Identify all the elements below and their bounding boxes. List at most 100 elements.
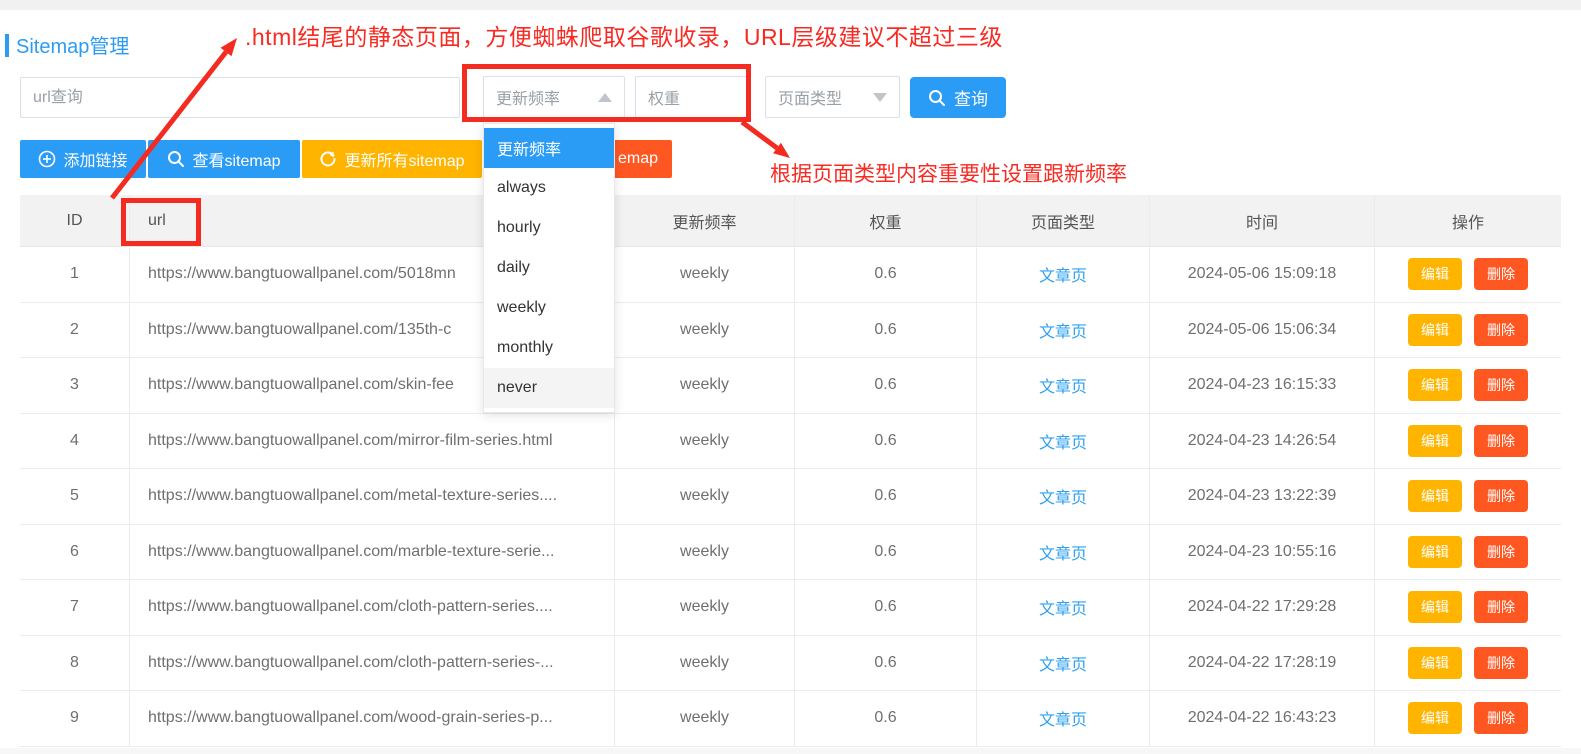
edit-button[interactable]: 编辑 — [1408, 480, 1462, 512]
view-sitemap-button[interactable]: 查看sitemap — [148, 140, 300, 178]
edit-button[interactable]: 编辑 — [1408, 258, 1462, 290]
row-url: https://www.bangtuowallpanel.com/cloth-p… — [130, 580, 615, 636]
table-header-row: ID url 更新频率 权重 页面类型 时间 操作 — [20, 195, 1561, 247]
url-search-input[interactable] — [20, 77, 460, 118]
table-row: 6 https://www.bangtuowallpanel.com/marbl… — [20, 525, 1561, 581]
page-type-filter-select[interactable]: 页面类型 — [765, 76, 900, 118]
dropdown-option-never[interactable]: never — [484, 368, 614, 408]
add-link-label: 添加链接 — [63, 147, 127, 171]
table-row: 5 https://www.bangtuowallpanel.com/metal… — [20, 469, 1561, 525]
delete-button[interactable]: 删除 — [1474, 425, 1528, 457]
delete-button[interactable]: 删除 — [1474, 536, 1528, 568]
dropdown-option-monthly[interactable]: monthly — [484, 328, 614, 368]
delete-button[interactable]: 删除 — [1474, 369, 1528, 401]
row-weight: 0.6 — [795, 358, 977, 414]
row-url: https://www.bangtuowallpanel.com/mirror-… — [130, 414, 615, 470]
search-button-label: 查询 — [954, 85, 988, 110]
chevron-down-icon — [873, 93, 887, 102]
row-frequency: weekly — [615, 580, 795, 636]
row-frequency: weekly — [615, 636, 795, 692]
annotation-side-note: 根据页面类型内容重要性设置跟新频率 — [770, 158, 1127, 188]
delete-button[interactable]: 删除 — [1474, 480, 1528, 512]
frequency-filter-label: 更新频率 — [496, 85, 560, 109]
row-time: 2024-04-23 10:55:16 — [1150, 525, 1375, 581]
edit-button[interactable]: 编辑 — [1408, 702, 1462, 734]
table-row: 9 https://www.bangtuowallpanel.com/wood-… — [20, 691, 1561, 747]
update-all-sitemap-button[interactable]: 更新所有sitemap — [302, 140, 482, 178]
table-row: 3 https://www.bangtuowallpanel.com/skin-… — [20, 358, 1561, 414]
header-cell-time: 时间 — [1150, 195, 1375, 247]
update-all-sitemap-label: 更新所有sitemap — [344, 147, 464, 171]
row-time: 2024-04-22 17:28:19 — [1150, 636, 1375, 692]
page-title: Sitemap管理 — [16, 30, 129, 59]
dropdown-option-daily[interactable]: daily — [484, 248, 614, 288]
row-frequency: weekly — [615, 358, 795, 414]
add-link-button[interactable]: 添加链接 — [20, 140, 146, 178]
row-id: 4 — [20, 414, 130, 470]
delete-button[interactable]: 删除 — [1474, 591, 1528, 623]
header-cell-actions: 操作 — [1375, 195, 1561, 247]
row-time: 2024-04-22 16:43:23 — [1150, 691, 1375, 747]
table-row: 2 https://www.bangtuowallpanel.com/135th… — [20, 303, 1561, 359]
row-weight: 0.6 — [795, 525, 977, 581]
row-frequency: weekly — [615, 414, 795, 470]
row-weight: 0.6 — [795, 303, 977, 359]
row-page-type-link[interactable]: 文章页 — [1039, 484, 1087, 508]
row-weight: 0.6 — [795, 636, 977, 692]
row-page-type-link[interactable]: 文章页 — [1039, 373, 1087, 397]
edit-button[interactable]: 编辑 — [1408, 591, 1462, 623]
edit-button[interactable]: 编辑 — [1408, 536, 1462, 568]
row-page-type-link[interactable]: 文章页 — [1039, 595, 1087, 619]
row-id: 2 — [20, 303, 130, 359]
frequency-filter-select[interactable]: 更新频率 — [483, 76, 625, 118]
row-frequency: weekly — [615, 525, 795, 581]
row-id: 9 — [20, 691, 130, 747]
row-weight: 0.6 — [795, 691, 977, 747]
search-icon — [928, 89, 946, 107]
bottom-strip — [0, 748, 1581, 754]
title-accent-bar — [5, 34, 9, 57]
edit-button[interactable]: 编辑 — [1408, 647, 1462, 679]
dropdown-option-weekly[interactable]: weekly — [484, 288, 614, 328]
dropdown-option-hourly[interactable]: hourly — [484, 208, 614, 248]
sitemap-table: ID url 更新频率 权重 页面类型 时间 操作 1 https://www.… — [20, 195, 1561, 747]
row-id: 7 — [20, 580, 130, 636]
weight-filter-label: 权重 — [648, 85, 680, 109]
arrow-to-side-note — [742, 122, 790, 158]
row-time: 2024-05-06 15:06:34 — [1150, 303, 1375, 359]
row-weight: 0.6 — [795, 414, 977, 470]
row-id: 6 — [20, 525, 130, 581]
edit-button[interactable]: 编辑 — [1408, 425, 1462, 457]
row-page-type-link[interactable]: 文章页 — [1039, 318, 1087, 342]
row-url: https://www.bangtuowallpanel.com/metal-t… — [130, 469, 615, 525]
search-button[interactable]: 查询 — [910, 77, 1006, 118]
row-page-type-link[interactable]: 文章页 — [1039, 429, 1087, 453]
dropdown-option-placeholder[interactable]: 更新频率 — [484, 128, 614, 168]
partially-hidden-sitemap-label: emap — [618, 150, 658, 168]
row-time: 2024-04-23 13:22:39 — [1150, 469, 1375, 525]
row-weight: 0.6 — [795, 580, 977, 636]
delete-button[interactable]: 删除 — [1474, 647, 1528, 679]
row-frequency: weekly — [615, 303, 795, 359]
delete-button[interactable]: 删除 — [1474, 702, 1528, 734]
row-time: 2024-04-22 17:29:28 — [1150, 580, 1375, 636]
delete-button[interactable]: 删除 — [1474, 314, 1528, 346]
row-frequency: weekly — [615, 247, 795, 303]
plus-circle-icon — [38, 150, 56, 168]
annotation-top-note: .html结尾的静态页面，方便蜘蛛爬取谷歌收录，URL层级建议不超过三级 — [245, 18, 1003, 52]
row-frequency: weekly — [615, 691, 795, 747]
row-weight: 0.6 — [795, 469, 977, 525]
weight-filter-select[interactable]: 权重 — [635, 76, 747, 118]
row-page-type-link[interactable]: 文章页 — [1039, 706, 1087, 730]
dropdown-option-always[interactable]: always — [484, 168, 614, 208]
edit-button[interactable]: 编辑 — [1408, 314, 1462, 346]
row-url: https://www.bangtuowallpanel.com/marble-… — [130, 525, 615, 581]
row-frequency: weekly — [615, 469, 795, 525]
search-icon — [167, 150, 185, 168]
row-page-type-link[interactable]: 文章页 — [1039, 262, 1087, 286]
row-page-type-link[interactable]: 文章页 — [1039, 651, 1087, 675]
delete-button[interactable]: 删除 — [1474, 258, 1528, 290]
table-row: 1 https://www.bangtuowallpanel.com/5018m… — [20, 247, 1561, 303]
edit-button[interactable]: 编辑 — [1408, 369, 1462, 401]
row-page-type-link[interactable]: 文章页 — [1039, 540, 1087, 564]
